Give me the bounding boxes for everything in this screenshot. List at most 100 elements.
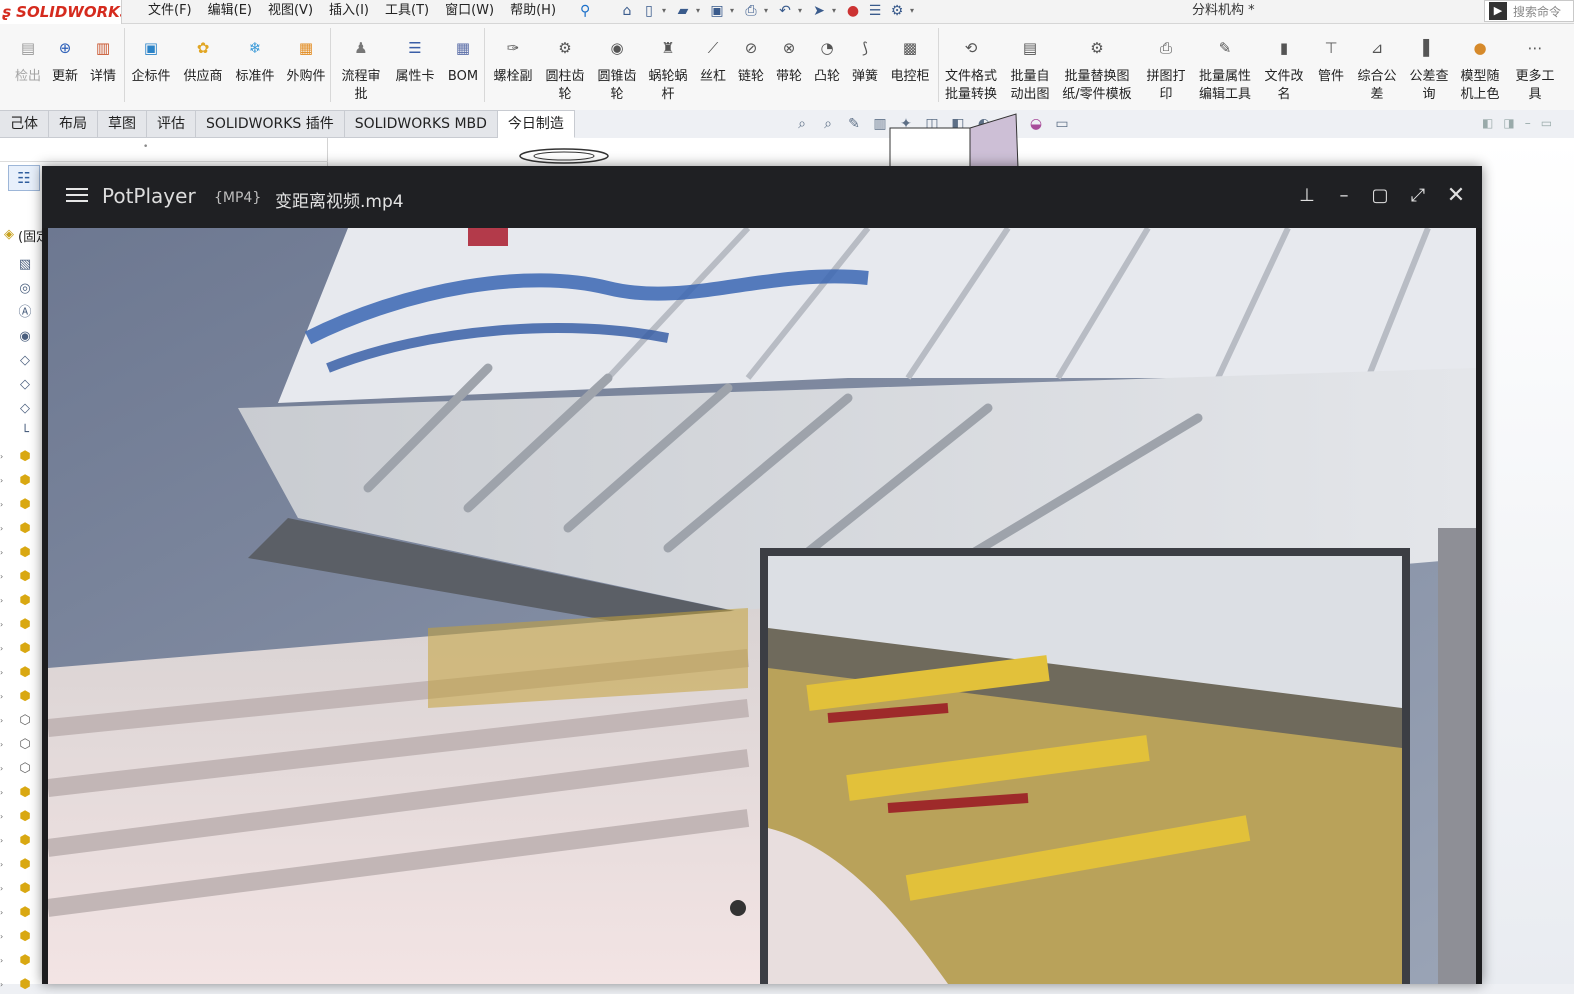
tile-right-icon[interactable]: ◨ [1503,116,1514,130]
close-icon[interactable]: ✕ [1444,184,1468,208]
tree-expand-icon[interactable]: › [0,476,3,485]
tree-expand-icon[interactable]: › [0,452,3,461]
ribbon-button-30[interactable]: ⋯ 更多工 具 [1495,40,1574,104]
menu-file[interactable]: 文件(F) [140,0,200,24]
tree-expand-icon[interactable]: › [0,620,3,629]
tree-expand-icon[interactable]: › [0,812,3,821]
tree-expand-icon[interactable]: › [0,500,3,509]
tree-expand-icon[interactable]: › [0,572,3,581]
component-part-icon[interactable]: ⬢ [16,544,34,562]
open-folder-icon[interactable]: ▰ [674,2,692,20]
undo-icon[interactable]: ↶ [776,2,794,20]
zoom-to-fit-icon[interactable]: ⌕ [792,114,812,134]
tab-layout[interactable]: 布局 [49,110,98,138]
options-dropdown-icon[interactable]: ▾ [910,2,918,20]
menu-edit[interactable]: 编辑(E) [200,0,260,24]
tab-today-manufacturing[interactable]: 今日制造 [497,110,575,138]
tab-solidworks-mbd[interactable]: SOLIDWORKS MBD [344,110,498,138]
ribbon-button-22[interactable]: ⚙ 批量替换图 纸/零件模板 [1057,40,1137,104]
tree-expand-icon[interactable]: › [0,764,3,773]
component-part-icon[interactable]: ⬢ [16,808,34,826]
component-part-icon[interactable]: ⬢ [16,928,34,946]
previous-view-icon[interactable]: ✎ [844,114,864,134]
feature-manager-tab-icon[interactable]: ☷ [8,165,40,191]
pin-menu-icon[interactable]: ⚲ [580,3,590,19]
component-part-icon[interactable]: ⬢ [16,520,34,538]
traffic-light-icon[interactable]: ● [844,2,862,20]
tree-expand-icon[interactable]: › [0,788,3,797]
options-gear-icon[interactable]: ⚙ [888,2,906,20]
component-part-icon[interactable]: ⬢ [16,664,34,682]
tab-solidworks-addins[interactable]: SOLIDWORKS 插件 [196,110,345,138]
menu-insert[interactable]: 插入(I) [321,0,377,24]
tree-expand-icon[interactable]: › [0,716,3,725]
menu-view[interactable]: 视图(V) [260,0,321,24]
tree-expand-icon[interactable]: › [0,644,3,653]
fullscreen-icon[interactable]: ⤢ [1406,184,1430,208]
component-part-icon[interactable]: ⬢ [16,784,34,802]
doc-minimize-icon[interactable]: – [1525,116,1531,130]
front-plane-icon[interactable]: ◇ [16,352,34,370]
tree-expand-icon[interactable]: › [0,908,3,917]
select-arrow-icon[interactable]: ➤ [810,2,828,20]
tree-expand-icon[interactable]: › [0,836,3,845]
top-plane-icon[interactable]: ◇ [16,376,34,394]
menu-help[interactable]: 帮助(H) [502,0,564,24]
tree-expand-icon[interactable]: › [0,596,3,605]
minimize-icon[interactable]: – [1332,184,1356,208]
tree-expand-icon[interactable]: › [0,668,3,677]
component-part-icon[interactable]: ⬢ [16,568,34,586]
tree-expand-icon[interactable]: › [0,740,3,749]
tree-expand-icon[interactable]: › [0,932,3,941]
home-icon[interactable]: ⌂ [618,2,636,20]
component-part-icon[interactable]: ⬢ [16,856,34,874]
component-part-icon[interactable]: ⬢ [16,688,34,706]
save-dropdown-icon[interactable]: ▾ [730,2,738,20]
material-icon[interactable]: ◉ [16,328,34,346]
sensor-icon[interactable]: ◎ [16,280,34,298]
file-properties-icon[interactable]: ☰ [866,2,884,20]
section-view-icon[interactable]: ▥ [870,114,890,134]
right-plane-icon[interactable]: ◇ [16,400,34,418]
tree-expand-icon[interactable]: › [0,956,3,965]
component-part-icon[interactable]: ⬢ [16,976,34,994]
component-part-icon[interactable]: ⬡ [16,712,34,730]
hamburger-menu-icon[interactable] [66,184,88,206]
open-dropdown-icon[interactable]: ▾ [696,2,704,20]
origin-icon[interactable]: └ [16,424,34,442]
tree-splitter[interactable]: • [0,138,328,162]
search-commands-input[interactable]: 搜索命令 [1513,3,1561,20]
component-part-icon[interactable]: ⬢ [16,472,34,490]
component-part-icon[interactable]: ⬢ [16,616,34,634]
tab-body[interactable]: 己体 [0,110,49,138]
new-document-icon[interactable]: ▯ [640,2,658,20]
component-part-icon[interactable]: ⬢ [16,832,34,850]
component-part-icon[interactable]: ⬡ [16,760,34,778]
component-part-icon[interactable]: ⬢ [16,880,34,898]
annotation-icon[interactable]: Ⓐ [16,304,34,322]
print-dropdown-icon[interactable]: ▾ [764,2,772,20]
tab-sketch[interactable]: 草图 [98,110,147,138]
tile-left-icon[interactable]: ◧ [1482,116,1493,130]
select-dropdown-icon[interactable]: ▾ [832,2,840,20]
maximize-icon[interactable]: ▢ [1368,184,1392,208]
new-dropdown-icon[interactable]: ▾ [662,2,670,20]
potplayer-titlebar[interactable]: PotPlayer {MP4} 变距离视频.mp4 ⊥ – ▢ ⤢ ✕ [42,166,1482,228]
tree-expand-icon[interactable]: › [0,884,3,893]
component-part-icon[interactable]: ⬢ [16,952,34,970]
undo-dropdown-icon[interactable]: ▾ [798,2,806,20]
video-frame[interactable] [48,228,1476,984]
component-part-icon[interactable]: ⬡ [16,736,34,754]
tree-expand-icon[interactable]: › [0,524,3,533]
tree-expand-icon[interactable]: › [0,860,3,869]
tab-evaluate[interactable]: 评估 [147,110,196,138]
solidworks-logo[interactable]: ʂ SOLIDWORKS [0,0,122,24]
component-part-icon[interactable]: ⬢ [16,448,34,466]
zoom-area-icon[interactable]: ⌕ [818,114,838,134]
scene-icon[interactable]: ◒ [1026,114,1046,134]
component-part-icon[interactable]: ⬢ [16,904,34,922]
folder-icon[interactable]: ▧ [16,256,34,274]
component-part-icon[interactable]: ⬢ [16,640,34,658]
search-commands-box[interactable]: ▶ 搜索命令 [1484,0,1574,22]
tree-expand-icon[interactable]: › [0,980,3,989]
